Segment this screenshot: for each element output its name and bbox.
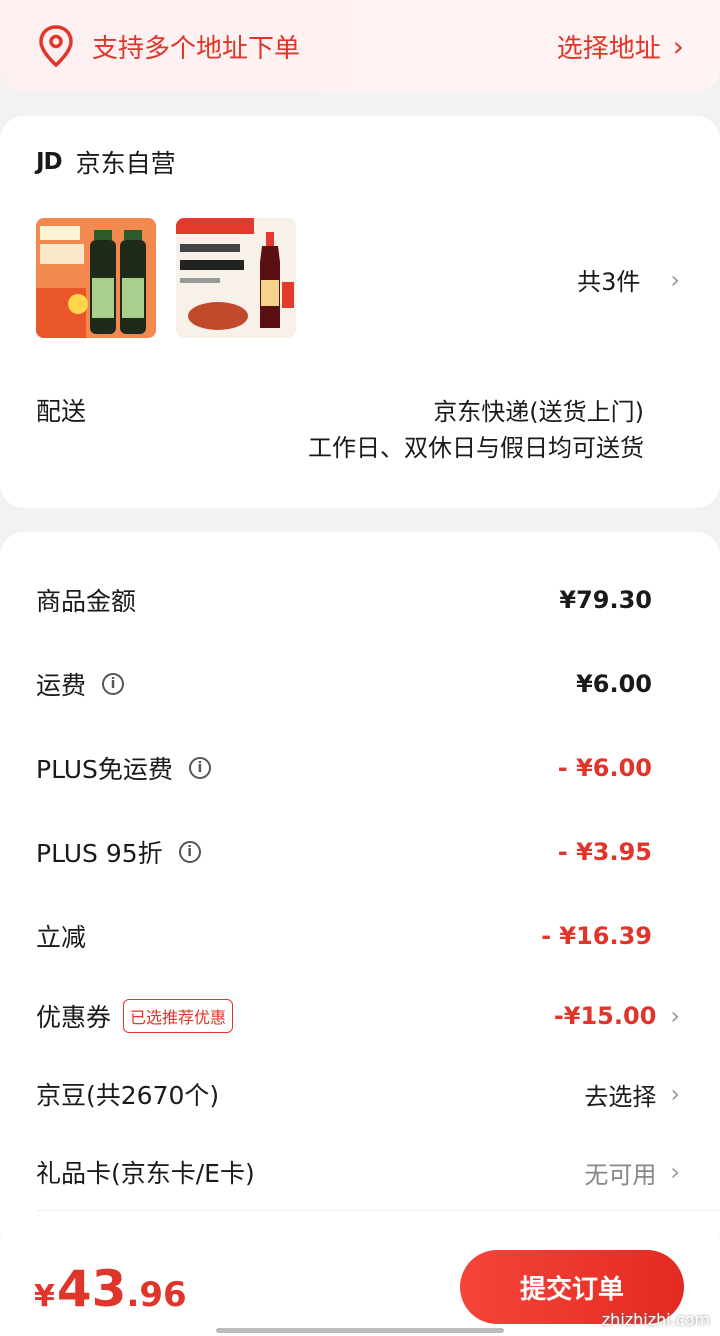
location-pin-icon — [39, 25, 73, 68]
chevron-right-icon: › — [670, 1002, 680, 1030]
jd-logo: JD — [36, 149, 63, 175]
info-icon[interactable]: i — [188, 757, 211, 779]
jd-beans-value: 去选择 — [584, 1082, 657, 1111]
plus-discount-label: PLUS 95折 — [36, 839, 163, 868]
row-jd-beans[interactable]: 京豆(共2670个) 去选择 › — [36, 1074, 680, 1114]
gift-card-label: 礼品卡(京东卡/E卡) — [36, 1159, 255, 1188]
currency-symbol: ¥ — [34, 1279, 55, 1314]
info-icon[interactable]: i — [178, 841, 201, 863]
row-label: PLUS 95折 i — [36, 834, 201, 870]
watermark: zhizhizhi.com — [601, 1310, 710, 1329]
row-gift-card[interactable]: 礼品卡(京东卡/E卡) 无可用 › — [36, 1152, 680, 1192]
total-integer: 43 — [56, 1260, 127, 1318]
coupon-value-group: -¥15.00 › — [554, 1002, 680, 1030]
jd-beans-value-group: 去选择 › — [584, 1077, 680, 1112]
select-address-button[interactable]: 选择地址 › — [557, 28, 684, 65]
plus-free-shipping-value: - ¥6.00 — [557, 754, 652, 782]
row-plus-discount: PLUS 95折 i - ¥3.95 — [36, 832, 680, 872]
plus-free-shipping-label: PLUS免运费 — [36, 755, 173, 784]
divider — [36, 1210, 720, 1211]
coupon-value: -¥15.00 — [553, 1002, 657, 1030]
recommended-discount-badge: 已选推荐优惠 — [123, 999, 234, 1033]
shipping-note: 工作日、双休日与假日均可送货 — [308, 434, 644, 462]
goods-amount-value: ¥79.30 — [559, 586, 652, 614]
instant-reduction-value: - ¥16.39 — [541, 922, 652, 950]
row-goods-amount: 商品金额 ¥79.30 — [36, 580, 680, 620]
row-coupon[interactable]: 优惠券 已选推荐优惠 -¥15.00 › — [36, 996, 680, 1036]
coupon-label: 优惠券 — [36, 1003, 112, 1032]
select-address-label: 选择地址 — [556, 33, 661, 64]
chevron-right-icon: › — [672, 29, 684, 63]
chevron-right-icon: › — [670, 1080, 680, 1108]
shop-header: JD 京东自营 — [36, 144, 176, 180]
shipping-label: 配送 — [36, 397, 87, 426]
address-hint: 支持多个地址下单 — [92, 33, 301, 64]
chevron-right-icon: › — [670, 265, 680, 294]
row-plus-free-shipping: PLUS免运费 i - ¥6.00 — [36, 748, 680, 788]
gift-card-value: 无可用 — [584, 1160, 657, 1189]
item-count: 共3件 — [577, 268, 641, 296]
shipping-fee-value: ¥6.00 — [576, 670, 652, 698]
plus-discount-value: - ¥3.95 — [557, 838, 652, 866]
row-label: 商品金额 — [36, 587, 137, 616]
shop-card: JD 京东自营 共3件 › 配送 京东快递(送货上门) 工作日、双休日与假日均可… — [0, 116, 720, 508]
instant-reduction-label: 立减 — [36, 923, 87, 952]
price-summary-card: 商品金额 ¥79.30 运费 i ¥6.00 PLUS免运费 i - ¥6.00… — [0, 532, 720, 1252]
vinegar-bottle-image — [176, 218, 296, 338]
info-icon[interactable]: i — [102, 673, 125, 695]
home-indicator[interactable] — [216, 1328, 504, 1333]
chevron-right-icon: › — [670, 1158, 680, 1186]
item-count-link[interactable]: 共3件 › — [577, 262, 680, 297]
total-price: ¥ 43 .96 — [34, 1260, 187, 1318]
shipping-fee-label: 运费 — [36, 671, 87, 700]
total-decimal: .96 — [126, 1275, 187, 1315]
row-shipping-fee: 运费 i ¥6.00 — [36, 664, 680, 704]
jd-beans-label: 京豆(共2670个) — [36, 1081, 220, 1110]
row-label: 运费 i — [36, 666, 125, 702]
shop-name: 京东自营 — [75, 149, 176, 178]
address-banner[interactable]: 支持多个地址下单 选择地址 › — [0, 0, 720, 92]
product-thumbnail-soy-sauce[interactable] — [36, 218, 156, 338]
row-label: PLUS免运费 i — [36, 750, 211, 786]
shipping-method[interactable]: 京东快递(送货上门) — [433, 392, 644, 427]
row-instant-reduction: 立减 - ¥16.39 — [36, 916, 680, 956]
gift-card-value-group: 无可用 › — [584, 1155, 680, 1190]
product-thumbnail-vinegar[interactable] — [176, 218, 296, 338]
soy-sauce-bottles-image — [36, 218, 156, 338]
row-label: 优惠券 已选推荐优惠 — [36, 998, 234, 1034]
